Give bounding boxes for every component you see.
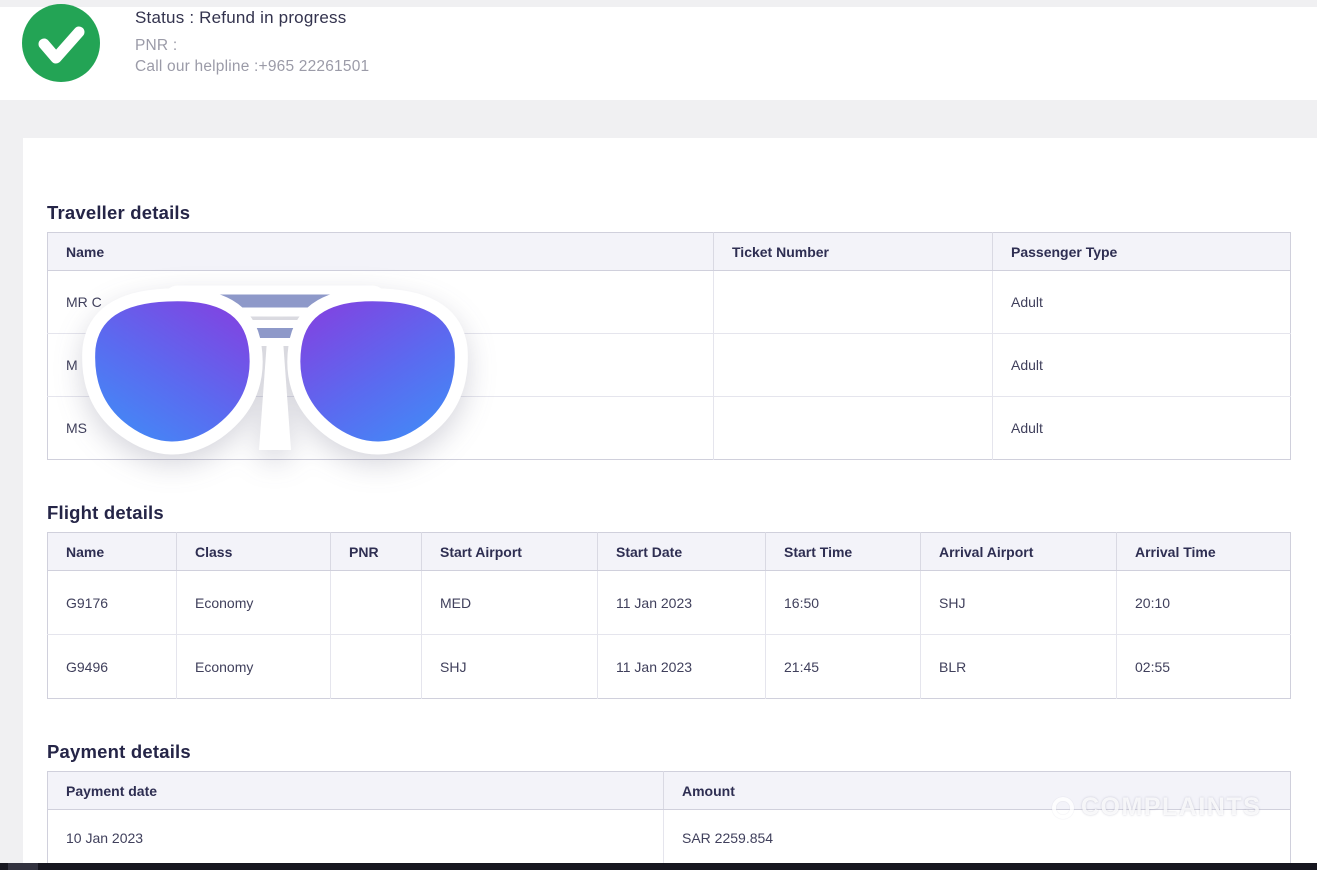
ticket-number-cell [714, 271, 993, 334]
traveller-header-row: Name Ticket Number Passenger Type [48, 233, 1291, 271]
passenger-type-cell: Adult [993, 271, 1291, 334]
start-date-cell: 11 Jan 2023 [598, 571, 766, 635]
booking-details-card: Traveller details Name Ticket Number Pas… [23, 138, 1317, 863]
flight-col-arrival-time: Arrival Time [1117, 533, 1291, 571]
traveller-col-passenger-type: Passenger Type [993, 233, 1291, 271]
status-title: Status : Refund in progress [135, 8, 369, 28]
payment-col-date: Payment date [48, 772, 664, 810]
flight-name-cell: G9176 [48, 571, 177, 635]
payment-amount-cell: SAR 2259.854 [664, 810, 1291, 864]
ticket-number-cell [714, 397, 993, 460]
passenger-type-cell: Adult [993, 334, 1291, 397]
table-row: 10 Jan 2023 SAR 2259.854 [48, 810, 1291, 864]
ticket-number-cell [714, 334, 993, 397]
status-banner: Status : Refund in progress PNR : Call o… [0, 7, 1317, 100]
start-time-cell: 21:45 [766, 635, 921, 699]
helpline-text: Call our helpline :+965 22261501 [135, 58, 369, 76]
start-time-cell: 16:50 [766, 571, 921, 635]
start-airport-cell: MED [422, 571, 598, 635]
bottom-bar [0, 863, 1317, 870]
table-row: G9176 Economy MED 11 Jan 2023 16:50 SHJ … [48, 571, 1291, 635]
passenger-type-cell: Adult [993, 397, 1291, 460]
start-airport-cell: SHJ [422, 635, 598, 699]
check-circle-icon [22, 4, 100, 82]
traveller-col-name: Name [48, 233, 714, 271]
pnr-label: PNR : [135, 37, 369, 55]
flight-class-cell: Economy [177, 571, 331, 635]
arrival-airport-cell: BLR [921, 635, 1117, 699]
payment-header-row: Payment date Amount [48, 772, 1291, 810]
arrival-time-cell: 20:10 [1117, 571, 1291, 635]
flight-section-title: Flight details [47, 502, 1317, 524]
flight-col-start-airport: Start Airport [422, 533, 598, 571]
flight-header-row: Name Class PNR Start Airport Start Date … [48, 533, 1291, 571]
flight-col-pnr: PNR [331, 533, 422, 571]
payment-col-amount: Amount [664, 772, 1291, 810]
flight-table: Name Class PNR Start Airport Start Date … [47, 532, 1291, 699]
flight-pnr-cell [331, 635, 422, 699]
arrival-time-cell: 02:55 [1117, 635, 1291, 699]
sunglasses-redaction-icon [75, 282, 475, 462]
flight-col-start-date: Start Date [598, 533, 766, 571]
payment-date-cell: 10 Jan 2023 [48, 810, 664, 864]
flight-col-start-time: Start Time [766, 533, 921, 571]
start-date-cell: 11 Jan 2023 [598, 635, 766, 699]
traveller-col-ticket-number: Ticket Number [714, 233, 993, 271]
flight-pnr-cell [331, 571, 422, 635]
table-row: G9496 Economy SHJ 11 Jan 2023 21:45 BLR … [48, 635, 1291, 699]
flight-class-cell: Economy [177, 635, 331, 699]
arrival-airport-cell: SHJ [921, 571, 1117, 635]
flight-name-cell: G9496 [48, 635, 177, 699]
bottom-bar-segment [8, 863, 38, 870]
flight-col-name: Name [48, 533, 177, 571]
payment-table: Payment date Amount 10 Jan 2023 SAR 2259… [47, 771, 1291, 863]
flight-col-class: Class [177, 533, 331, 571]
flight-col-arrival-airport: Arrival Airport [921, 533, 1117, 571]
payment-section-title: Payment details [47, 741, 1317, 763]
traveller-section-title: Traveller details [47, 202, 1317, 224]
